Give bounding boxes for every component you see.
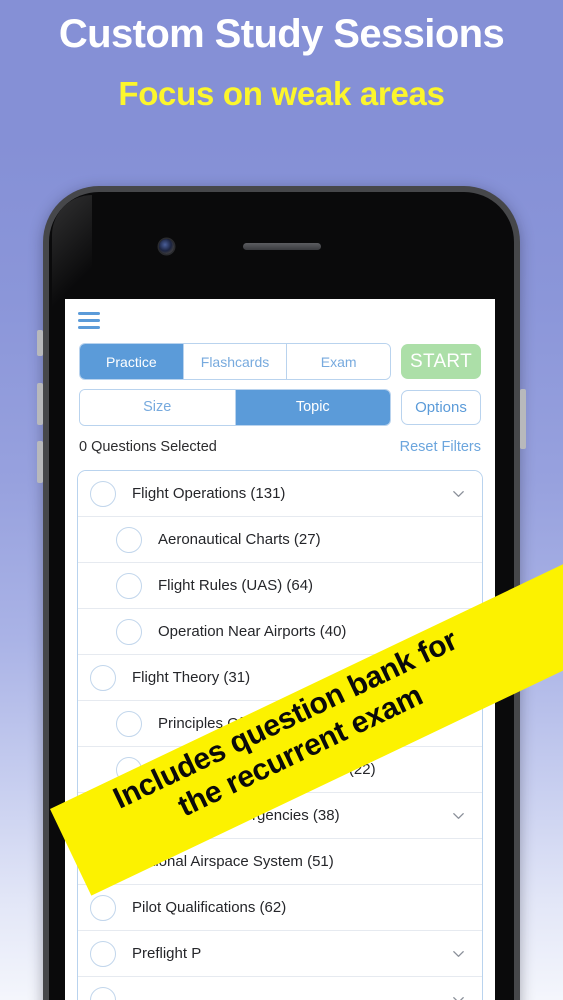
- chevron-down-icon[interactable]: [451, 992, 466, 1000]
- topic-radio-icon[interactable]: [90, 480, 116, 507]
- topic-label: Preflight P: [132, 945, 202, 962]
- topic-row[interactable]: [78, 977, 482, 1000]
- hamburger-menu-icon[interactable]: [78, 312, 100, 329]
- topic-row[interactable]: Preflight P: [78, 931, 482, 977]
- topic-radio-icon[interactable]: [90, 664, 116, 691]
- hamburger-bar: [78, 312, 100, 316]
- reset-filters-link[interactable]: Reset Filters: [400, 439, 481, 455]
- phone-volume-down-button: [37, 441, 43, 483]
- phone-power-button: [520, 389, 526, 449]
- page-subtitle: Focus on weak areas: [118, 75, 445, 113]
- phone-mute-switch: [37, 330, 43, 356]
- topic-label: Flight Operations (131): [132, 485, 286, 502]
- topic-radio-icon[interactable]: [116, 710, 142, 737]
- promo-screenshot: Custom Study Sessions Focus on weak area…: [0, 0, 563, 1000]
- topic-radio-icon[interactable]: [116, 572, 142, 599]
- topic-radio-icon[interactable]: [90, 894, 116, 921]
- tab-topic[interactable]: Topic: [235, 390, 390, 425]
- topic-radio-icon[interactable]: [90, 940, 116, 967]
- topic-radio-icon[interactable]: [116, 618, 142, 645]
- hamburger-bar: [78, 325, 100, 329]
- chevron-down-icon[interactable]: [451, 946, 466, 961]
- start-button[interactable]: START: [401, 344, 481, 379]
- page-title: Custom Study Sessions: [58, 12, 505, 56]
- chevron-down-icon[interactable]: [451, 808, 466, 823]
- topic-radio-icon[interactable]: [90, 986, 116, 1000]
- topic-label: Flight Rules (UAS) (64): [158, 577, 314, 594]
- topic-row[interactable]: Flight Operations (131): [78, 471, 482, 517]
- phone-volume-up-button: [37, 383, 43, 425]
- questions-selected-label: 0 Questions Selected: [79, 439, 217, 455]
- tab-practice[interactable]: Practice: [80, 344, 184, 379]
- filter-controls: Practice Flashcards Exam START Size Topi…: [65, 343, 495, 426]
- topic-radio-icon[interactable]: [116, 526, 142, 553]
- options-button[interactable]: Options: [401, 390, 481, 425]
- earpiece-speaker: [243, 243, 321, 250]
- topic-row[interactable]: Aeronautical Charts (27): [78, 517, 482, 563]
- front-camera-icon: [159, 239, 174, 254]
- chevron-down-icon[interactable]: [451, 486, 466, 501]
- selection-status-row: 0 Questions Selected Reset Filters: [65, 435, 495, 467]
- hamburger-bar: [78, 318, 100, 322]
- filter-segmented-control[interactable]: Size Topic: [79, 389, 391, 426]
- topic-label: Aeronautical Charts (27): [158, 531, 321, 548]
- mode-row: Practice Flashcards Exam START: [79, 343, 481, 380]
- tab-flashcards[interactable]: Flashcards: [183, 344, 288, 379]
- tab-size[interactable]: Size: [80, 390, 236, 425]
- topic-label: Pilot Qualifications (62): [132, 899, 287, 916]
- mode-segmented-control[interactable]: Practice Flashcards Exam: [79, 343, 391, 380]
- promo-text-block: Custom Study Sessions Focus on weak area…: [0, 0, 563, 112]
- tab-exam[interactable]: Exam: [287, 344, 390, 379]
- app-top-bar: [65, 299, 495, 343]
- topic-label: Flight Theory (31): [132, 669, 251, 686]
- topic-row[interactable]: Flight Rules (UAS) (64): [78, 563, 482, 609]
- topic-row[interactable]: Pilot Qualifications (62): [78, 885, 482, 931]
- filter-row: Size Topic Options: [79, 389, 481, 426]
- topic-label: Operation Near Airports (40): [158, 623, 347, 640]
